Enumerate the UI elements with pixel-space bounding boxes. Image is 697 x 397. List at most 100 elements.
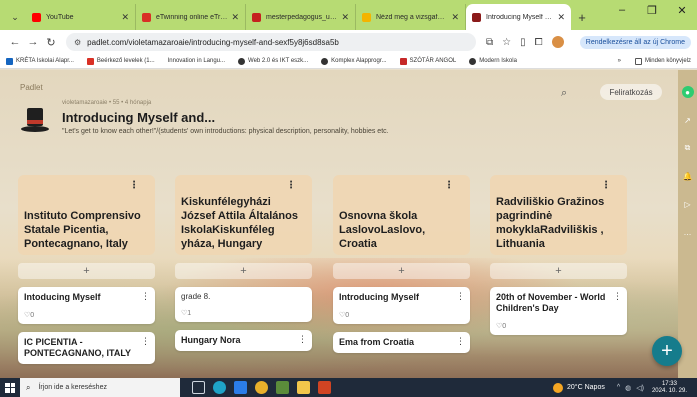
- network-icon[interactable]: ◍: [625, 384, 631, 392]
- more-options-icon[interactable]: …: [682, 226, 694, 238]
- weather-widget[interactable]: 20°C Napos: [553, 382, 605, 393]
- star-icon: [362, 12, 371, 22]
- bookmarks-bar: KRÉTA Iskolai Alapr... Beérkező levelek …: [0, 54, 697, 69]
- globe-icon: [469, 57, 477, 65]
- all-bookmarks-button[interactable]: Minden könyvjelz: [634, 57, 691, 65]
- address-bar[interactable]: ⚙ padlet.com/violetamazaroaie/introducin…: [66, 33, 476, 51]
- taskbar-search-placeholder: Írjon ide a kereséshez: [38, 384, 107, 391]
- add-post-button[interactable]: +: [490, 263, 627, 279]
- post-menu-icon[interactable]: ⋮: [141, 291, 150, 302]
- tab-search-chevron-icon[interactable]: ⌄: [4, 4, 26, 30]
- restore-icon[interactable]: ❐: [637, 4, 667, 17]
- app-status-icon[interactable]: ●: [681, 86, 694, 98]
- post-card[interactable]: 20th of November - World Children's Day …: [490, 287, 627, 335]
- bookmark-item[interactable]: SZÓTÁR ANGOL: [399, 57, 456, 65]
- share-icon[interactable]: ↗: [682, 114, 694, 126]
- post-menu-icon[interactable]: ⋮: [298, 334, 307, 345]
- store-icon[interactable]: [234, 381, 247, 394]
- forward-arrow-icon[interactable]: →: [24, 36, 42, 48]
- bookmark-item[interactable]: Beérkező levelek (1...: [86, 57, 155, 65]
- chrome-icon[interactable]: [255, 381, 268, 394]
- reload-icon[interactable]: ↻: [42, 36, 60, 49]
- padlet-board: Padlet ⌕ Feliratkozás violetamazaroaie •…: [0, 70, 678, 378]
- like-button[interactable]: ♡1: [181, 309, 306, 317]
- bookmark-item[interactable]: KRÉTA Iskolai Alapr...: [6, 57, 74, 65]
- minimize-icon[interactable]: –: [607, 4, 637, 17]
- add-post-button[interactable]: +: [333, 263, 470, 279]
- gmail-icon: [142, 12, 151, 22]
- search-icon[interactable]: ⌕: [561, 87, 567, 100]
- post-card[interactable]: Hungary Nora ⋮: [175, 330, 312, 351]
- side-panel-icon[interactable]: ▯: [520, 37, 526, 48]
- system-clock[interactable]: 17:33 2024. 10. 29.: [652, 381, 687, 395]
- volume-icon[interactable]: ◁): [636, 384, 644, 392]
- add-post-button[interactable]: +: [175, 263, 312, 279]
- post-card[interactable]: Ema from Croatia ⋮: [333, 332, 470, 353]
- add-post-fab[interactable]: +: [652, 336, 682, 366]
- subscribe-button[interactable]: Feliratkozás: [600, 84, 662, 100]
- post-menu-icon[interactable]: ⋮: [456, 336, 465, 347]
- dictionary-icon: [399, 57, 407, 65]
- bookmark-item[interactable]: Innovation in Langu...: [168, 58, 225, 64]
- padlet-logo[interactable]: Padlet: [20, 83, 43, 92]
- bookmark-star-icon[interactable]: ☆: [502, 37, 511, 48]
- add-post-button[interactable]: +: [18, 263, 155, 279]
- post-card[interactable]: IC PICENTIA - PONTECAGNANO, ITALY ⋮: [18, 332, 155, 364]
- extensions-icon[interactable]: ⧠: [535, 37, 543, 48]
- browser-tab[interactable]: mesterpedagogus_utmu ✕: [246, 4, 356, 30]
- file-explorer-icon[interactable]: [297, 381, 310, 394]
- tray-overflow-icon[interactable]: ^: [617, 384, 620, 392]
- post-title: IC PICENTIA - PONTECAGNANO, ITALY: [24, 337, 132, 358]
- windows-taskbar: ⌕ Írjon ide a kereséshez 20°C Napos ^ ◍ …: [0, 378, 697, 397]
- tab-close-icon[interactable]: ✕: [121, 12, 129, 23]
- section-menu-icon[interactable]: ⋮: [129, 179, 139, 193]
- post-body: grade 8.: [181, 292, 211, 301]
- clock-date: 2024. 10. 29.: [651, 387, 687, 394]
- remake-icon[interactable]: ⧉: [682, 142, 694, 154]
- section-menu-icon[interactable]: ⋮: [444, 179, 454, 193]
- browser-tab-strip: ⌄ YouTube ✕ eTwinning online eTrend ✕ me…: [0, 0, 697, 30]
- section-header: Radviliškio Gražinos pagrindinė mokyklaR…: [490, 175, 627, 255]
- post-menu-icon[interactable]: ⋮: [456, 291, 465, 302]
- browser-tab[interactable]: YouTube ✕: [26, 4, 136, 30]
- browser-tab[interactable]: Nézd meg a vizsgafelad ✕: [356, 4, 466, 30]
- close-window-icon[interactable]: ✕: [667, 4, 697, 17]
- chrome-update-button[interactable]: Rendelkezésre áll az új Chrome: [579, 35, 691, 49]
- start-button[interactable]: [0, 378, 20, 397]
- section-menu-icon[interactable]: ⋮: [601, 179, 611, 193]
- bookmark-item[interactable]: Web 2.0 és IKT eszk...: [238, 57, 308, 65]
- install-app-icon[interactable]: ⧉: [486, 37, 493, 48]
- back-arrow-icon[interactable]: ←: [6, 36, 24, 48]
- like-button[interactable]: ♡0: [24, 311, 149, 319]
- task-view-icon[interactable]: [192, 381, 205, 394]
- site-info-icon[interactable]: ⚙: [74, 38, 81, 47]
- bookmarks-overflow-button[interactable]: »: [618, 58, 621, 65]
- bookmark-item[interactable]: Modern Iskola: [469, 57, 517, 65]
- post-card[interactable]: Intoducing Myself ⋮ ♡0: [18, 287, 155, 324]
- tab-close-icon[interactable]: ✕: [231, 12, 239, 23]
- like-button[interactable]: ♡0: [496, 322, 621, 330]
- tab-close-icon[interactable]: ✕: [557, 12, 565, 23]
- profile-avatar[interactable]: [551, 36, 564, 48]
- slideshow-icon[interactable]: ▷: [682, 198, 694, 210]
- post-card[interactable]: Introducing Myself ⋮ ♡0: [333, 287, 470, 324]
- taskbar-search[interactable]: ⌕ Írjon ide a kereséshez: [20, 378, 180, 397]
- section-menu-icon[interactable]: ⋮: [286, 179, 296, 193]
- app-icon[interactable]: [276, 381, 289, 394]
- browser-toolbar: ← → ↻ ⚙ padlet.com/violetamazaroaie/intr…: [0, 30, 697, 54]
- browser-tab-active[interactable]: Introducing Myself and... ✕: [466, 4, 571, 30]
- post-title: Ema from Croatia: [339, 337, 415, 347]
- new-tab-button[interactable]: +: [571, 4, 593, 30]
- edge-icon[interactable]: [213, 381, 226, 394]
- bookmark-item[interactable]: Komplex Alapprogr...: [321, 57, 387, 65]
- powerpoint-icon[interactable]: [318, 381, 331, 394]
- post-title: 20th of November - World Children's Day: [496, 292, 606, 313]
- bell-icon[interactable]: 🔔: [682, 170, 694, 182]
- post-menu-icon[interactable]: ⋮: [141, 336, 150, 347]
- like-button[interactable]: ♡0: [339, 311, 464, 319]
- tab-close-icon[interactable]: ✕: [341, 12, 349, 23]
- post-menu-icon[interactable]: ⋮: [613, 291, 622, 302]
- browser-tab[interactable]: eTwinning online eTrend ✕: [136, 4, 246, 30]
- post-card[interactable]: grade 8. ♡1: [175, 287, 312, 322]
- tab-close-icon[interactable]: ✕: [451, 12, 459, 23]
